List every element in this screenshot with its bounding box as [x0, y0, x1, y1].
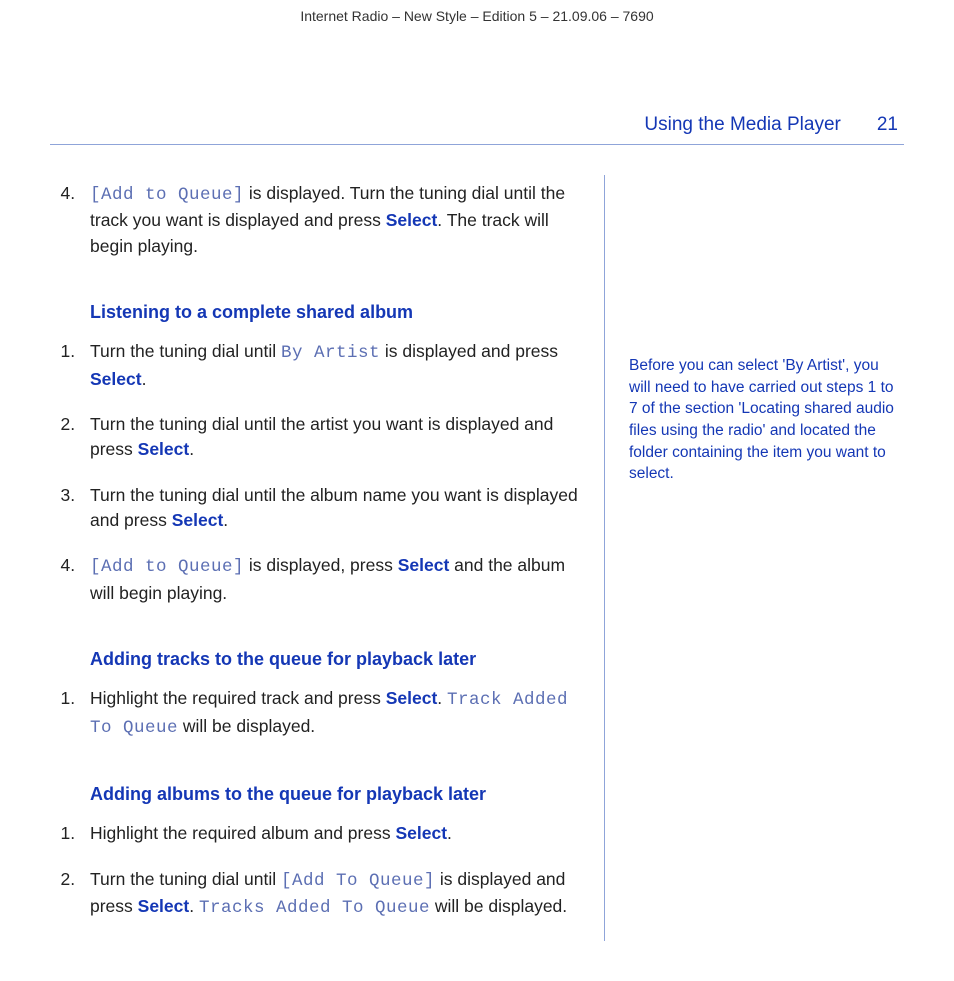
lcd-text: By Artist [281, 343, 380, 363]
body-text: is displayed, press [244, 555, 398, 575]
body-text: Turn the tuning dial until [90, 341, 281, 361]
section-title: Using the Media Player [644, 114, 840, 136]
subhead-albums-queue: Adding albums to the queue for playback … [90, 781, 580, 807]
body-text: Turn the tuning dial until [90, 869, 281, 889]
intro-list: [Add to Queue] is displayed. Turn the tu… [50, 181, 580, 259]
lcd-text: [Add to Queue] [90, 557, 244, 577]
select-label: Select [386, 210, 438, 230]
step-2: Turn the tuning dial until the artist yo… [80, 412, 580, 463]
select-label: Select [395, 823, 447, 843]
step-1: Turn the tuning dial until By Artist is … [80, 339, 580, 392]
intro-step-4: [Add to Queue] is displayed. Turn the tu… [80, 181, 580, 259]
body-text: . [447, 823, 452, 843]
body-text: Highlight the required track and press [90, 688, 386, 708]
subhead-tracks-queue: Adding tracks to the queue for playback … [90, 646, 580, 672]
lcd-text: [Add to Queue] [90, 185, 244, 205]
step-1: Highlight the required album and press S… [80, 821, 580, 846]
body-text: . [189, 896, 199, 916]
title-row: Using the Media Player 21 [50, 114, 904, 136]
body-text: is displayed and press [380, 341, 558, 361]
body-text: . [437, 688, 447, 708]
side-note: Before you can select 'By Artist', you w… [629, 355, 904, 485]
main-column: [Add to Queue] is displayed. Turn the tu… [50, 175, 604, 941]
tracks-queue-steps: Highlight the required track and press S… [50, 686, 580, 741]
select-label: Select [138, 896, 190, 916]
step-4: [Add to Queue] is displayed, press Selec… [80, 553, 580, 606]
body-text: Highlight the required album and press [90, 823, 395, 843]
select-label: Select [90, 369, 142, 389]
body-text: will be displayed. [430, 896, 567, 916]
step-1: Highlight the required track and press S… [80, 686, 580, 741]
side-column: Before you can select 'By Artist', you w… [604, 175, 904, 941]
step-2: Turn the tuning dial until [Add To Queue… [80, 867, 580, 922]
document-header: Internet Radio – New Style – Edition 5 –… [50, 8, 904, 24]
listening-steps: Turn the tuning dial until By Artist is … [50, 339, 580, 606]
page: Internet Radio – New Style – Edition 5 –… [0, 0, 954, 981]
albums-queue-steps: Highlight the required album and press S… [50, 821, 580, 921]
select-label: Select [398, 555, 450, 575]
lcd-text: Tracks Added To Queue [199, 898, 430, 918]
body-text: . [223, 510, 228, 530]
body-text: Turn the tuning dial until the album nam… [90, 485, 578, 530]
body-text: will be displayed. [178, 716, 315, 736]
columns: [Add to Queue] is displayed. Turn the tu… [50, 175, 904, 941]
body-text: . [189, 439, 194, 459]
page-number: 21 [877, 114, 898, 136]
lcd-text: [Add To Queue] [281, 871, 435, 891]
step-3: Turn the tuning dial until the album nam… [80, 483, 580, 534]
select-label: Select [138, 439, 190, 459]
subhead-listening: Listening to a complete shared album [90, 299, 580, 325]
header-rule [50, 144, 904, 145]
select-label: Select [386, 688, 438, 708]
select-label: Select [172, 510, 224, 530]
body-text: . [142, 369, 147, 389]
